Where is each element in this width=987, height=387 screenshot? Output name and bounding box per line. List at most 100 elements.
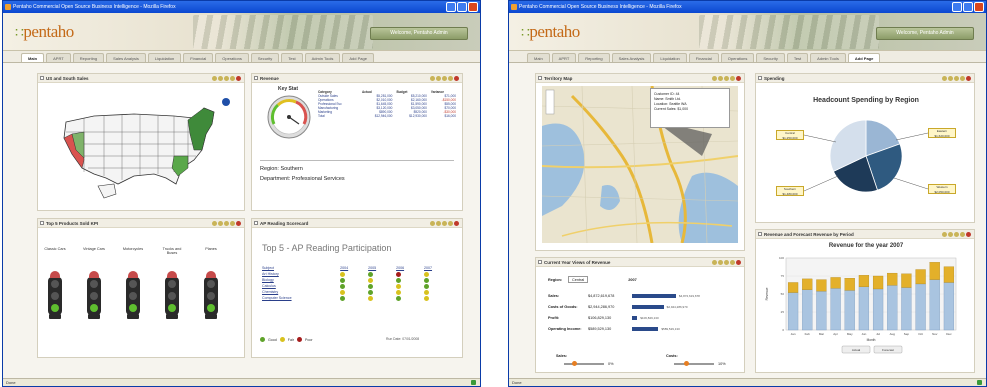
tab-4[interactable]: Liquidation: [653, 53, 687, 62]
export-icon[interactable]: [724, 260, 729, 265]
settings-icon[interactable]: [730, 260, 735, 265]
bar-forecast[interactable]: [915, 269, 926, 285]
tab-10[interactable]: Add Page: [342, 53, 374, 62]
refresh-icon[interactable]: [942, 232, 947, 237]
panel-checkbox[interactable]: [40, 76, 44, 80]
settings-icon[interactable]: [448, 221, 453, 226]
maximize-button[interactable]: [457, 2, 467, 12]
tab-7[interactable]: Security: [756, 53, 785, 62]
settings-icon[interactable]: [960, 76, 965, 81]
panel-checkbox[interactable]: [758, 76, 762, 80]
window-titlebar[interactable]: Pentaho Commercial Open Source Business …: [509, 1, 986, 13]
user-menu-button[interactable]: Welcome, Pentaho Admin: [876, 27, 974, 40]
tab-5[interactable]: Financial: [183, 53, 214, 62]
export-icon[interactable]: [954, 76, 959, 81]
export-icon[interactable]: [224, 221, 229, 226]
table-row[interactable]: Total $12,946,000 $12,930,000 $16,000: [316, 114, 458, 118]
bar-actual[interactable]: [901, 287, 912, 331]
edit-icon[interactable]: [718, 76, 723, 81]
bar-forecast[interactable]: [943, 266, 955, 283]
bar-forecast[interactable]: [929, 262, 940, 280]
bar-actual[interactable]: [858, 286, 870, 331]
subject-link[interactable]: Computer Science: [260, 295, 338, 301]
refresh-icon[interactable]: [212, 76, 217, 81]
bar-actual[interactable]: [816, 290, 827, 331]
edit-icon[interactable]: [218, 221, 223, 226]
bar-actual[interactable]: [787, 292, 799, 331]
legend-item[interactable]: Actual: [841, 345, 871, 354]
region-select[interactable]: Central: [568, 276, 589, 283]
tab-1[interactable]: APRT: [46, 53, 71, 62]
tab-5[interactable]: Financial: [688, 53, 719, 62]
bar-actual[interactable]: [887, 285, 898, 331]
panel-checkbox[interactable]: [254, 76, 258, 80]
slider-thumb[interactable]: [684, 361, 689, 366]
bar-actual[interactable]: [929, 279, 940, 331]
bar-actual[interactable]: [844, 290, 855, 331]
bar-forecast[interactable]: [787, 282, 799, 293]
bar-forecast[interactable]: [816, 279, 827, 292]
bar-forecast[interactable]: [802, 278, 813, 290]
minimize-button[interactable]: [952, 2, 962, 12]
panel-checkbox[interactable]: [538, 76, 542, 80]
export-icon[interactable]: [442, 76, 447, 81]
export-icon[interactable]: [224, 76, 229, 81]
bar-forecast[interactable]: [887, 272, 898, 286]
user-menu-button[interactable]: Welcome, Pentaho Admin: [370, 27, 468, 40]
map-globe-icon[interactable]: [222, 98, 230, 106]
export-icon[interactable]: [442, 221, 447, 226]
bar-actual[interactable]: [830, 288, 841, 331]
edit-icon[interactable]: [436, 221, 441, 226]
bar-actual[interactable]: [872, 288, 884, 331]
close-panel-icon[interactable]: [966, 76, 971, 81]
maximize-button[interactable]: [963, 2, 973, 12]
close-panel-icon[interactable]: [736, 260, 741, 265]
bar-forecast[interactable]: [844, 278, 855, 291]
settings-icon[interactable]: [230, 221, 235, 226]
panel-checkbox[interactable]: [538, 260, 542, 264]
edit-icon[interactable]: [948, 76, 953, 81]
bar-forecast[interactable]: [830, 277, 841, 289]
tab-2[interactable]: Reporting: [72, 53, 105, 62]
tab-0[interactable]: Main: [21, 53, 45, 62]
minimize-button[interactable]: [446, 2, 456, 12]
refresh-icon[interactable]: [712, 76, 717, 81]
tab-8[interactable]: Test: [786, 53, 809, 62]
settings-icon[interactable]: [230, 76, 235, 81]
legend-item[interactable]: Forecast: [873, 345, 903, 354]
bar-actual[interactable]: [802, 289, 813, 331]
refresh-icon[interactable]: [942, 76, 947, 81]
close-panel-icon[interactable]: [736, 76, 741, 81]
tab-9[interactable]: Admin Tools: [810, 53, 846, 62]
edit-icon[interactable]: [218, 76, 223, 81]
settings-icon[interactable]: [730, 76, 735, 81]
tab-6[interactable]: Operations: [215, 53, 249, 62]
panel-checkbox[interactable]: [254, 221, 258, 225]
us-state-map[interactable]: [54, 94, 234, 204]
settings-icon[interactable]: [960, 232, 965, 237]
settings-icon[interactable]: [448, 76, 453, 81]
refresh-icon[interactable]: [212, 221, 217, 226]
export-icon[interactable]: [724, 76, 729, 81]
tab-0[interactable]: Main: [527, 53, 550, 62]
close-button[interactable]: [468, 2, 478, 12]
close-panel-icon[interactable]: [454, 221, 459, 226]
refresh-icon[interactable]: [712, 260, 717, 265]
tab-9[interactable]: Admin Tools: [304, 53, 341, 62]
edit-icon[interactable]: [948, 232, 953, 237]
bar-forecast[interactable]: [872, 275, 884, 290]
tab-4[interactable]: Liquidation: [147, 53, 182, 62]
slider-thumb[interactable]: [572, 361, 577, 366]
bar-actual[interactable]: [943, 282, 955, 331]
tab-8[interactable]: Test: [281, 53, 303, 62]
close-panel-icon[interactable]: [454, 76, 459, 81]
panel-checkbox[interactable]: [758, 232, 762, 236]
refresh-icon[interactable]: [430, 76, 435, 81]
export-icon[interactable]: [954, 232, 959, 237]
tab-3[interactable]: Sales Analysis: [106, 53, 146, 62]
edit-icon[interactable]: [436, 76, 441, 81]
bar-actual[interactable]: [915, 283, 926, 331]
sales-slider[interactable]: 0%: [564, 361, 614, 366]
close-button[interactable]: [974, 2, 984, 12]
refresh-icon[interactable]: [430, 221, 435, 226]
